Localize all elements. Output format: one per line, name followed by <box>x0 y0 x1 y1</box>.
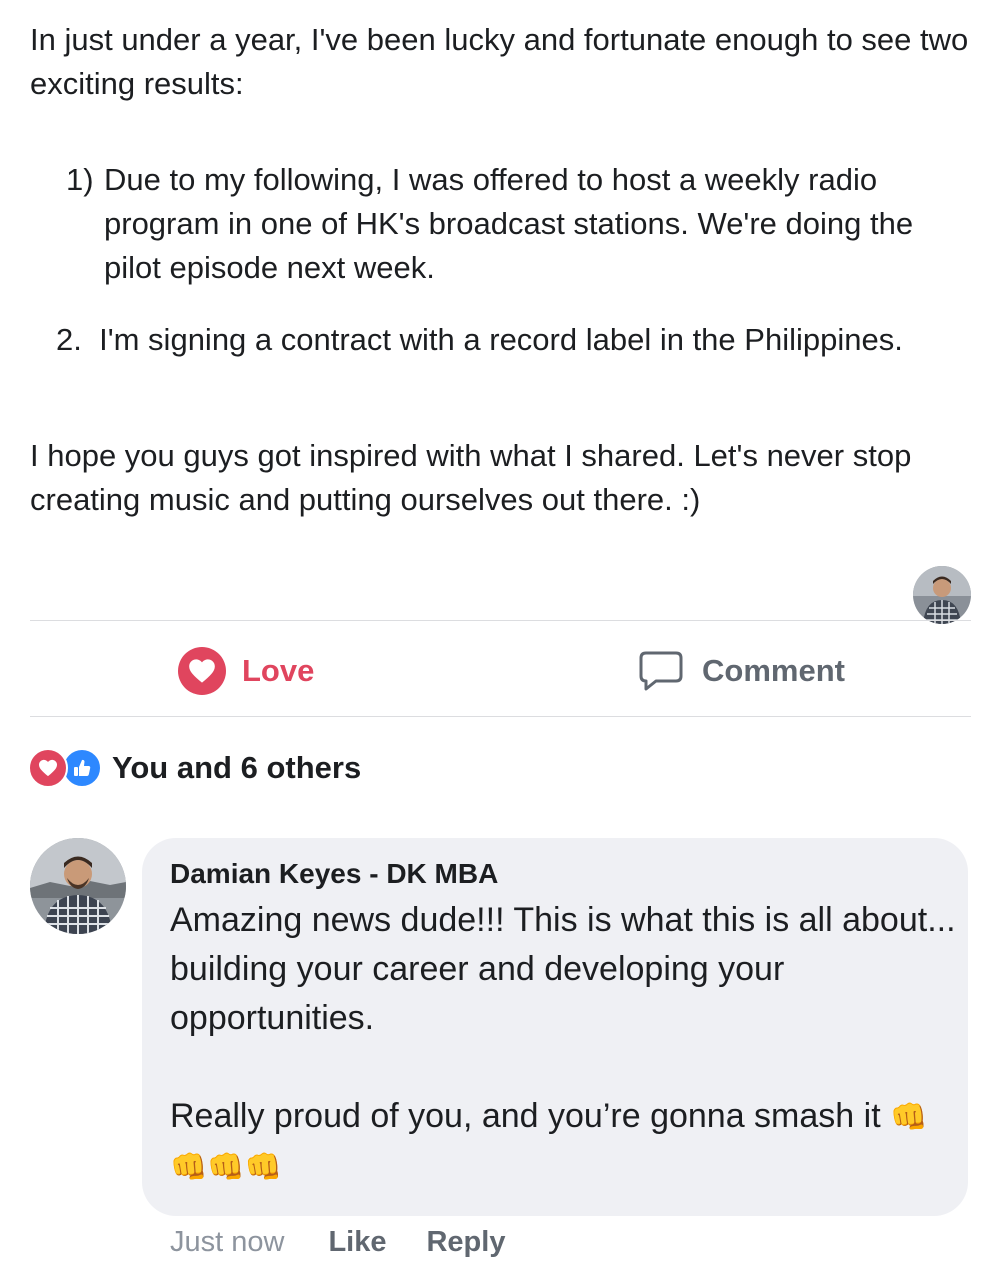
comment-paragraph-1: Amazing news dude!!! This is what this i… <box>170 901 956 1037</box>
love-label: Love <box>242 653 315 688</box>
post-intro: In just under a year, I've been lucky an… <box>30 22 969 101</box>
comment-paragraph-2-text: Really proud of you, and you’re gonna sm… <box>170 1097 881 1135</box>
comment-button[interactable]: Comment <box>638 645 845 697</box>
love-button[interactable]: Love <box>178 645 314 697</box>
list-marker-2: 2. <box>56 322 82 357</box>
post-list-item-1: 1) Due to my following, I was offered to… <box>30 158 975 290</box>
comment-paragraph-2: Really proud of you, and you’re gonna sm… <box>170 1092 960 1192</box>
list-item-2-text: I'm signing a contract with a record lab… <box>99 322 903 357</box>
comment-meta: Just now Like Reply <box>170 1226 505 1259</box>
comment-text: Amazing news dude!!! This is what this i… <box>170 896 960 1192</box>
comment-reply-button[interactable]: Reply <box>426 1226 505 1259</box>
commenter-avatar[interactable] <box>30 838 126 934</box>
post-list-item-2: 2. I'm signing a contract with a record … <box>30 318 975 362</box>
comment-label: Comment <box>702 653 845 688</box>
comment-timestamp: Just now <box>170 1226 285 1258</box>
comment-icon <box>638 650 684 692</box>
current-user-avatar[interactable] <box>913 566 971 624</box>
comment-like-button[interactable]: Like <box>328 1226 386 1259</box>
heart-icon <box>178 647 226 695</box>
comment-bubble[interactable]: Damian Keyes - DK MBA Amazing news dude!… <box>142 838 968 1216</box>
heart-reaction-icon <box>28 748 68 788</box>
divider-top <box>30 620 971 621</box>
comment-author-name[interactable]: Damian Keyes - DK MBA <box>170 858 498 890</box>
list-item-1-text: Due to my following, I was offered to ho… <box>104 162 914 285</box>
post-body: In just under a year, I've been lucky an… <box>30 18 975 522</box>
divider-bottom <box>30 716 971 717</box>
list-marker-1: 1) <box>66 162 94 197</box>
thumbs-up-icon <box>62 748 102 788</box>
reactions-count-text: You and 6 others <box>112 750 362 785</box>
post-closing: I hope you guys got inspired with what I… <box>30 438 912 517</box>
reactions-summary[interactable]: You and 6 others <box>28 746 361 790</box>
